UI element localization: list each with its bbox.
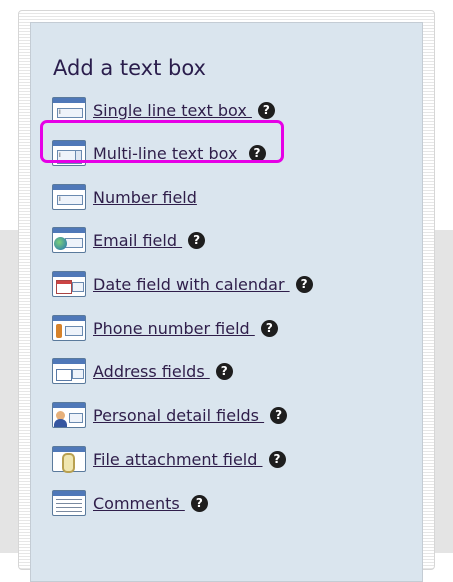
- item-comments[interactable]: Comments ?: [52, 488, 208, 518]
- personal-detail-icon: [52, 402, 86, 428]
- item-number-field[interactable]: I Number field: [52, 182, 197, 212]
- item-address-fields[interactable]: Address fields ?: [52, 356, 233, 386]
- address-fields-link[interactable]: Address fields: [93, 362, 210, 381]
- comments-link[interactable]: Comments: [93, 494, 185, 513]
- item-personal-detail-fields[interactable]: Personal detail fields ?: [52, 400, 288, 430]
- help-icon[interactable]: ?: [215, 362, 233, 380]
- personal-detail-fields-link[interactable]: Personal detail fields: [93, 406, 264, 425]
- help-icon[interactable]: ?: [188, 231, 206, 249]
- email-field-link[interactable]: Email field: [93, 231, 182, 250]
- text-box-panel: Add a text box I Single line text box ? …: [18, 10, 435, 582]
- help-icon[interactable]: ?: [257, 101, 275, 119]
- help-icon[interactable]: ?: [270, 406, 288, 424]
- item-date-field[interactable]: Date field with calendar ?: [52, 269, 313, 299]
- help-icon[interactable]: ?: [190, 494, 208, 512]
- item-file-attachment-field[interactable]: File attachment field ?: [52, 444, 286, 474]
- address-field-icon: [52, 358, 86, 384]
- help-icon[interactable]: ?: [260, 319, 278, 337]
- number-field-link[interactable]: Number field: [93, 188, 197, 207]
- item-email-field[interactable]: Email field ?: [52, 225, 206, 255]
- date-field-link[interactable]: Date field with calendar: [93, 275, 290, 294]
- phone-field-icon: [52, 315, 86, 341]
- item-phone-number-field[interactable]: Phone number field ?: [52, 313, 278, 343]
- email-field-icon: [52, 227, 86, 253]
- file-attachment-icon: [52, 446, 86, 473]
- number-field-icon: I: [52, 184, 86, 210]
- file-attachment-field-link[interactable]: File attachment field: [93, 450, 263, 469]
- calendar-field-icon: [52, 271, 86, 297]
- single-line-text-box-link[interactable]: Single line text box: [93, 101, 252, 120]
- help-icon[interactable]: ?: [268, 450, 286, 468]
- text-box-panel-inner: Add a text box I Single line text box ? …: [30, 22, 423, 582]
- phone-number-field-link[interactable]: Phone number field: [93, 319, 255, 338]
- panel-title: Add a text box: [53, 56, 206, 80]
- selection-highlight: [40, 120, 284, 163]
- help-icon[interactable]: ?: [295, 275, 313, 293]
- comments-icon: [52, 490, 86, 516]
